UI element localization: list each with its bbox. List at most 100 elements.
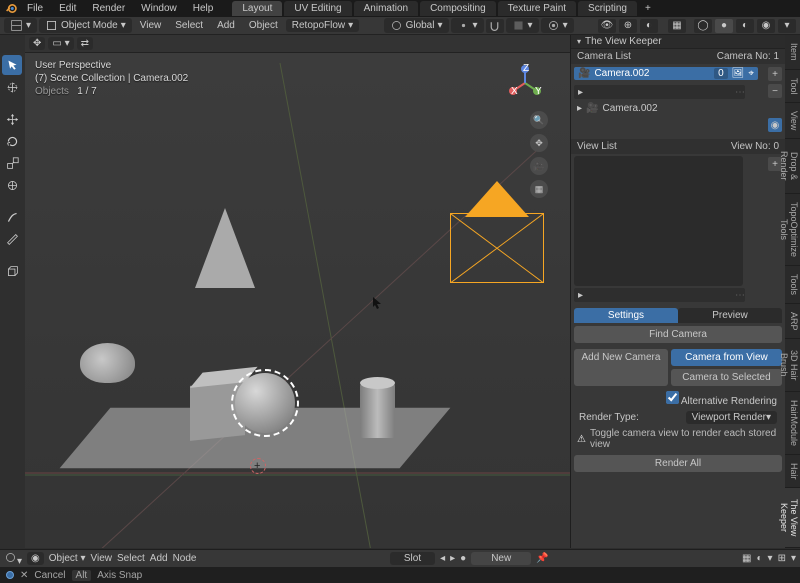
tool-cursor[interactable]: [2, 77, 22, 97]
tab-uv[interactable]: UV Editing: [284, 1, 351, 16]
node-select[interactable]: Select: [117, 553, 145, 564]
shading-dropdown[interactable]: ▾: [778, 19, 796, 33]
tool-transform[interactable]: [2, 175, 22, 195]
snap-toggle[interactable]: [486, 19, 504, 33]
vtab-hair[interactable]: Hair: [785, 455, 800, 489]
node-add[interactable]: Add: [150, 553, 168, 564]
gizmo-camera-icon[interactable]: 🎥: [530, 157, 548, 175]
render-all-button[interactable]: Render All: [574, 455, 782, 472]
shading-solid-icon[interactable]: ●: [715, 19, 733, 33]
vtab-item[interactable]: Item: [785, 35, 800, 70]
header-object[interactable]: Object: [243, 19, 284, 32]
node-overlay2-icon[interactable]: ◐: [757, 553, 763, 564]
view-list[interactable]: [574, 156, 743, 286]
menu-help[interactable]: Help: [186, 1, 221, 16]
orientation-gizmo[interactable]: X Y Z: [505, 63, 545, 103]
gizmos-icon[interactable]: ⊕: [619, 19, 637, 33]
render-type-dropdown[interactable]: Viewport Render ▾: [686, 411, 777, 424]
tab-layout[interactable]: Layout: [232, 1, 282, 16]
tool-move[interactable]: [2, 109, 22, 129]
camera-to-selected-button[interactable]: Camera to Selected: [671, 369, 782, 386]
add-workspace-button[interactable]: +: [639, 1, 657, 16]
slot-dropdown[interactable]: Slot: [390, 552, 435, 565]
gizmo-zoom-icon[interactable]: 🔍: [530, 111, 548, 129]
node-object-dropdown[interactable]: Object ▾: [49, 553, 86, 564]
editor-type-dropdown[interactable]: ▾: [4, 18, 37, 33]
vtab-hairmod[interactable]: HairModule: [785, 392, 800, 455]
menu-window[interactable]: Window: [134, 1, 184, 16]
retopoflow-dropdown[interactable]: RetopoFlow ▾: [286, 19, 359, 32]
vtab-viewkeeper[interactable]: The View Keeper: [785, 488, 800, 548]
3d-viewport[interactable]: User Perspective (7) Scene Collection | …: [25, 53, 570, 548]
view-list-slider[interactable]: ▸⋯: [574, 288, 745, 302]
slot-next-icon[interactable]: ▸: [450, 553, 455, 564]
tab-script[interactable]: Scripting: [578, 1, 637, 16]
slot-prev-icon[interactable]: ◂: [440, 553, 445, 564]
header-view[interactable]: View: [134, 19, 168, 32]
menu-edit[interactable]: Edit: [52, 1, 83, 16]
camera-list-slider[interactable]: ▸⋯: [574, 85, 745, 99]
node-overlay3-icon[interactable]: ⊞: [778, 553, 786, 564]
vtab-tools[interactable]: Tools: [785, 266, 800, 304]
node-node[interactable]: Node: [173, 553, 197, 564]
find-camera-button[interactable]: Find Camera: [574, 326, 782, 343]
chevron-down-icon[interactable]: ▾: [791, 553, 796, 564]
vtab-arp[interactable]: ARP: [785, 304, 800, 340]
add-new-camera-button[interactable]: Add New Camera: [574, 349, 668, 386]
menu-file[interactable]: File: [20, 1, 50, 16]
disclosure-icon[interactable]: ▸: [577, 103, 582, 114]
mode-dropdown[interactable]: Object Mode ▾: [39, 18, 132, 33]
gizmo-pan-icon[interactable]: ✥: [530, 134, 548, 152]
tab-texpaint[interactable]: Texture Paint: [498, 1, 576, 16]
alt-rendering-checkbox[interactable]: [666, 391, 679, 404]
visibility-icon[interactable]: 👁: [598, 19, 616, 33]
chevron-down-icon[interactable]: ▾: [768, 553, 773, 564]
tab-comp[interactable]: Compositing: [420, 1, 496, 16]
node-view[interactable]: View: [90, 553, 112, 564]
tab-anim[interactable]: Animation: [354, 1, 418, 16]
node-shadertype-icon[interactable]: ◉: [27, 552, 44, 565]
camera-render-icon[interactable]: 🖼: [732, 68, 745, 79]
tab-preview[interactable]: Preview: [678, 308, 782, 323]
disclosure-icon[interactable]: ▾: [577, 37, 581, 46]
header-select[interactable]: Select: [169, 19, 209, 32]
status-close-icon[interactable]: ✕: [20, 570, 28, 581]
vtab-view[interactable]: View: [785, 103, 800, 139]
camera-list-item[interactable]: 🎥 Camera.002 0 🖼 ⌖: [574, 67, 758, 80]
shelf-select-mode[interactable]: ▭ ▾: [48, 37, 73, 50]
shading-render-icon[interactable]: ◉: [757, 19, 775, 33]
tab-settings[interactable]: Settings: [574, 308, 678, 323]
pivot-dropdown[interactable]: ▾: [451, 18, 484, 33]
proportional-dropdown[interactable]: ▾: [541, 18, 574, 33]
node-editor-type[interactable]: ▾: [4, 551, 22, 567]
tool-addcube[interactable]: [2, 261, 22, 281]
slot-material-icon[interactable]: ●: [460, 553, 466, 564]
tool-annotate[interactable]: [2, 207, 22, 227]
add-camera-button[interactable]: +: [768, 67, 782, 81]
header-add[interactable]: Add: [211, 19, 241, 32]
remove-camera-button[interactable]: −: [768, 84, 782, 98]
tool-select-box[interactable]: [2, 55, 22, 75]
tool-scale[interactable]: [2, 153, 22, 173]
camera-from-view-button[interactable]: Camera from View: [671, 349, 782, 366]
shelf-cursor-icon[interactable]: ✥: [29, 37, 45, 50]
menu-render[interactable]: Render: [85, 1, 132, 16]
vtab-hairbrush[interactable]: 3D Hair Brush: [785, 339, 800, 391]
snap-dropdown[interactable]: ▾: [506, 18, 539, 33]
tool-measure[interactable]: [2, 229, 22, 249]
pin-icon[interactable]: 📌: [536, 553, 548, 564]
xray-icon[interactable]: ▦: [668, 19, 686, 33]
orientation-dropdown[interactable]: Global ▾: [384, 18, 449, 33]
shelf-drag-icon[interactable]: ⇄: [77, 37, 93, 50]
gizmo-perspective-icon[interactable]: ▦: [530, 180, 548, 198]
camera-locate-icon[interactable]: ⌖: [748, 68, 754, 79]
camera-active-toggle[interactable]: ◉: [768, 118, 782, 132]
shading-wire-icon[interactable]: ◯: [694, 19, 712, 33]
vtab-drop[interactable]: Drop & Render: [785, 139, 800, 193]
new-material-button[interactable]: New: [471, 552, 531, 565]
vtab-tool[interactable]: Tool: [785, 70, 800, 104]
vtab-topo[interactable]: TopoOptimize Tools: [785, 194, 800, 266]
tool-rotate[interactable]: [2, 131, 22, 151]
overlays-icon[interactable]: ◐: [640, 19, 658, 33]
blender-logo-icon[interactable]: [4, 2, 18, 16]
